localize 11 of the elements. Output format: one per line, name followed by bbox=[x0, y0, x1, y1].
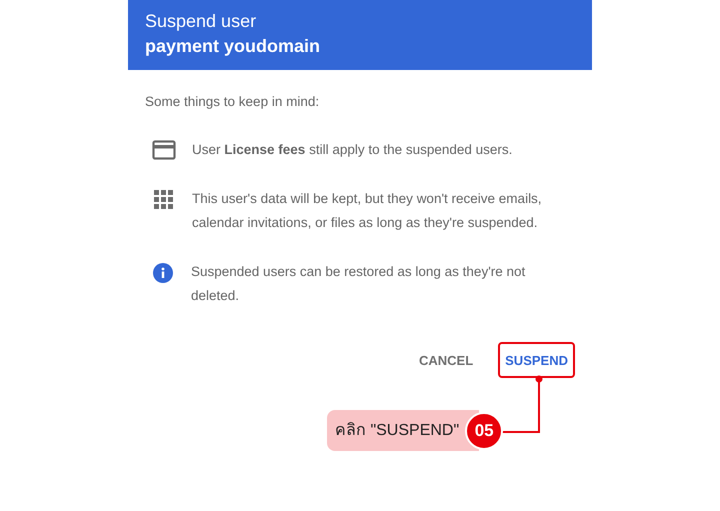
user-name: payment youdomain bbox=[145, 35, 322, 58]
dialog-title: Suspend user bbox=[145, 10, 258, 33]
cancel-button[interactable]: CANCEL bbox=[412, 342, 480, 378]
note-text: User License fees still apply to the suspended users. bbox=[192, 141, 514, 160]
info-icon bbox=[153, 263, 173, 284]
suspend-button[interactable]: SUSPEND bbox=[498, 342, 575, 378]
grid-icon bbox=[154, 190, 174, 210]
note-text: This user's data will be kept, but they won't receive emails, calendar invitations, or files as long as they're suspended. bbox=[192, 190, 543, 232]
intro-text: Some things to keep in mind: bbox=[145, 93, 320, 111]
credit-card-icon bbox=[152, 140, 176, 160]
note-text: Suspended users can be restored as long as they're not deleted. bbox=[191, 263, 526, 306]
